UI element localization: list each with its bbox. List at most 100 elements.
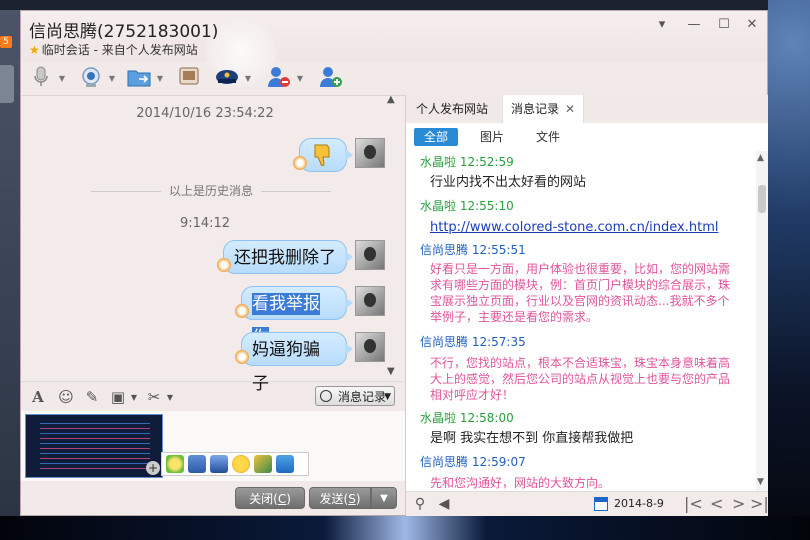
message-input[interactable]: + bbox=[21, 411, 405, 481]
star-badge-icon[interactable] bbox=[276, 455, 294, 473]
history-scrollbar[interactable]: ▲ ▼ bbox=[756, 151, 768, 491]
avatar[interactable] bbox=[355, 286, 385, 316]
bubble-decoration-icon bbox=[293, 156, 307, 170]
chat-history-pane[interactable]: ▲ 2014/10/16 23:54:22 以上是历史消息 9:14:12 还把… bbox=[21, 94, 405, 394]
add-friend-button[interactable] bbox=[317, 64, 345, 90]
notification-badge[interactable]: 5 bbox=[0, 36, 12, 48]
window-subtitle: ★ 临时会话 - 来自个人发布网站 bbox=[29, 41, 198, 58]
scroll-down-icon[interactable]: ▼ bbox=[387, 366, 395, 377]
zoom-in-icon[interactable]: + bbox=[146, 461, 160, 475]
chevron-down-icon: ▼ bbox=[380, 493, 388, 504]
chevron-down-icon[interactable]: ▼ bbox=[161, 388, 179, 406]
emoji-plus-icon[interactable] bbox=[166, 455, 184, 473]
history-date: 2014-8-9 bbox=[614, 497, 664, 510]
window-header: 信尚思腾(2752183001) ★ 临时会话 - 来自个人发布网站 ▾ — ☐ … bbox=[21, 11, 767, 87]
filter-files[interactable]: 文件 bbox=[526, 128, 570, 146]
floppy-icon[interactable] bbox=[188, 455, 206, 473]
chevron-down-icon: ▼ bbox=[384, 392, 391, 402]
filter-all[interactable]: 全部 bbox=[414, 128, 459, 146]
minimize-button[interactable]: — bbox=[685, 17, 703, 33]
website-link[interactable]: http://www.colored-stone.com.cn/index.ht… bbox=[430, 220, 719, 235]
desktop-left-strip: 5 bbox=[0, 10, 20, 520]
scroll-up-icon[interactable]: ▲ bbox=[757, 153, 764, 163]
message-time: 12:59:07 bbox=[471, 455, 526, 469]
history-date-picker[interactable]: 2014-8-9 bbox=[594, 496, 664, 512]
remote-desktop-button[interactable] bbox=[175, 64, 203, 90]
message-bubble[interactable]: 还把我删除了 bbox=[223, 240, 353, 274]
sender-name: 信尚思腾 bbox=[420, 455, 469, 469]
speaker-icon[interactable]: ◀ bbox=[436, 496, 452, 512]
history-message-header: 信尚思腾 12:57:35 bbox=[420, 333, 526, 350]
chevron-down-icon[interactable]: ▼ bbox=[157, 74, 163, 83]
screenshot-thumbnail[interactable]: + bbox=[25, 414, 163, 478]
chevron-down-icon[interactable]: ▼ bbox=[109, 74, 115, 83]
history-footer: ⚲ ◀ 2014-8-9 |< < > >| bbox=[406, 491, 769, 516]
tab-message-history[interactable]: 消息记录 ✕ bbox=[502, 95, 585, 123]
font-icon[interactable]: A bbox=[29, 388, 47, 406]
avatar[interactable] bbox=[355, 240, 385, 270]
tab-personal-site[interactable]: 个人发布网站 bbox=[408, 95, 496, 123]
message-time: 12:55:51 bbox=[471, 243, 526, 257]
last-page-icon[interactable]: >| bbox=[750, 494, 769, 513]
edit-icon[interactable]: ✎ bbox=[83, 388, 101, 406]
history-message-list[interactable]: 水晶啦 12:52:59 行业内找不出太好看的网站 水晶啦 12:55:10 h… bbox=[406, 151, 756, 491]
close-tab-icon[interactable]: ✕ bbox=[565, 102, 575, 116]
previous-page-icon[interactable]: < bbox=[710, 494, 723, 513]
voice-call-button[interactable]: ▼ bbox=[27, 64, 65, 90]
emoji-icon[interactable]: ☺ bbox=[57, 388, 75, 406]
smile-face-icon[interactable] bbox=[232, 455, 250, 473]
desktop-wallpaper-bottom bbox=[0, 516, 810, 540]
scroll-up-icon[interactable]: ▲ bbox=[387, 94, 395, 105]
report-button[interactable]: ▼ bbox=[213, 64, 251, 90]
avatar[interactable] bbox=[355, 332, 385, 362]
webcam-icon bbox=[82, 67, 100, 87]
message-history-button[interactable]: 消息记录 ▼ bbox=[315, 386, 395, 406]
next-page-icon[interactable]: > bbox=[732, 494, 745, 513]
microphone-icon bbox=[34, 66, 48, 86]
chevron-down-icon[interactable]: ▼ bbox=[297, 74, 303, 83]
video-call-button[interactable]: ▼ bbox=[77, 64, 115, 90]
send-button-label: 发送 bbox=[319, 492, 344, 506]
message-bubble[interactable] bbox=[299, 138, 353, 172]
chevron-down-icon[interactable]: ▼ bbox=[245, 74, 251, 83]
session-source-label: 临时会话 - 来自个人发布网站 bbox=[41, 43, 198, 57]
history-message-header: 水晶啦 12:55:10 bbox=[420, 197, 514, 214]
desktop-top-strip bbox=[0, 0, 810, 10]
message-timestamp: 2014/10/16 23:54:22 bbox=[136, 106, 274, 121]
close-button-shortcut: C bbox=[277, 492, 287, 506]
sender-name: 信尚思腾 bbox=[420, 243, 469, 257]
send-button-shortcut: S bbox=[348, 492, 356, 506]
scrollbar-thumb[interactable] bbox=[758, 185, 766, 213]
calendar-icon bbox=[594, 497, 608, 511]
message-bubble[interactable]: 妈逼狗骗子 bbox=[241, 332, 353, 394]
avatar[interactable] bbox=[355, 138, 385, 168]
scroll-down-icon[interactable]: ▼ bbox=[757, 477, 764, 487]
send-button[interactable]: 发送(S) bbox=[309, 487, 371, 509]
message-time: 12:55:10 bbox=[459, 199, 514, 213]
chevron-down-icon[interactable]: ▼ bbox=[59, 74, 65, 83]
first-page-icon[interactable]: |< bbox=[684, 494, 703, 513]
screenshot-preview bbox=[40, 419, 150, 473]
message-timestamp: 9:14:12 bbox=[179, 216, 231, 231]
toolbar: ▼ ▼ ▼ ▼ ▼ bbox=[21, 61, 767, 95]
message-bubble-selected[interactable]: 看我举报你 bbox=[241, 286, 353, 349]
add-user-icon bbox=[320, 67, 342, 87]
message-time: 12:52:59 bbox=[459, 155, 514, 169]
filter-images[interactable]: 图片 bbox=[470, 128, 514, 146]
search-icon[interactable]: ⚲ bbox=[412, 496, 428, 512]
file-transfer-button[interactable]: ▼ bbox=[125, 64, 163, 90]
history-message-body: http://www.colored-stone.com.cn/index.ht… bbox=[430, 219, 740, 236]
history-message-body: 行业内找不出太好看的网站 bbox=[430, 175, 587, 190]
close-window-button[interactable]: ✕ bbox=[743, 17, 761, 33]
taskbar-slot[interactable] bbox=[0, 65, 14, 103]
emoji-quickbar bbox=[161, 452, 309, 476]
block-user-button[interactable]: ▼ bbox=[265, 64, 303, 90]
gift-icon[interactable] bbox=[254, 455, 272, 473]
send-options-button[interactable]: ▼ bbox=[371, 487, 397, 509]
remove-user-icon bbox=[268, 67, 290, 87]
maximize-button[interactable]: ☐ bbox=[715, 17, 733, 33]
menu-button[interactable]: ▾ bbox=[653, 17, 671, 33]
screen-icon[interactable] bbox=[210, 455, 228, 473]
chevron-down-icon[interactable]: ▼ bbox=[125, 388, 143, 406]
close-button[interactable]: 关闭(C) bbox=[235, 487, 305, 509]
